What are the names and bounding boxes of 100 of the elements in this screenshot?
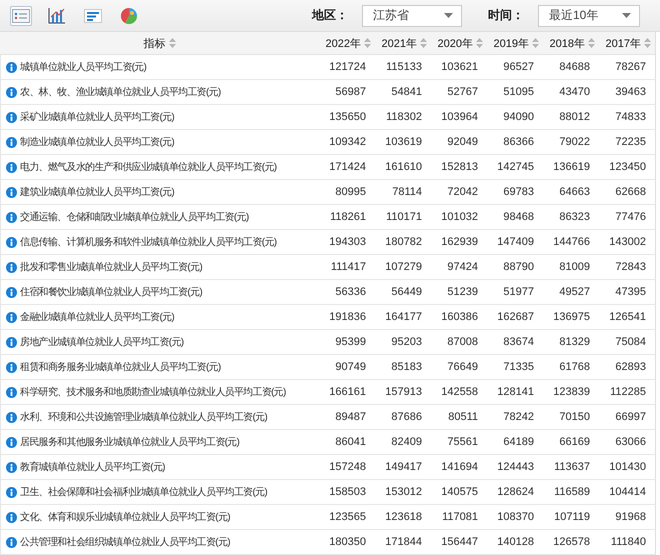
table-cell-text: 160386 — [440, 311, 479, 323]
caret-icon — [444, 13, 453, 18]
table-cell-text: 126578 — [552, 536, 591, 548]
table-cell-text: 85183 — [390, 361, 423, 373]
table-cell-text: 128141 — [496, 386, 535, 398]
info-icon[interactable] — [6, 212, 17, 222]
table-cell-text: 87008 — [446, 336, 479, 348]
table-cell-text: 49527 — [558, 286, 591, 298]
indicator-name: 居民服务和其他服务业城镇单位就业人员平均工资(元) — [20, 436, 240, 449]
info-icon[interactable] — [6, 486, 17, 498]
table-cell-text: 180350 — [328, 536, 367, 548]
table-cell-text: 95399 — [334, 336, 367, 348]
info-icon[interactable] — [6, 336, 17, 348]
table-cell-text: 63066 — [614, 436, 647, 448]
dropdown[interactable]: 最近10年 — [538, 4, 640, 26]
indicator-name: 制造业城镇单位就业人员平均工资(元) — [20, 136, 174, 149]
table-cell-text: 75084 — [614, 336, 647, 348]
table-cell-text: 56987 — [334, 86, 367, 98]
indicator-name: 科学研究、技术服务和地质勘查业城镇单位就业人员平均工资(元) — [20, 386, 286, 399]
table-cell-text: 43470 — [558, 86, 591, 98]
table-cell-text: 70150 — [558, 411, 591, 423]
info-icon[interactable] — [6, 236, 17, 248]
info-icon[interactable] — [6, 312, 17, 322]
table-cell-text: 123618 — [384, 511, 423, 523]
table-cell-text: 71335 — [502, 361, 535, 373]
bar-chart-icon — [48, 8, 66, 24]
table-cell-text: 117081 — [441, 511, 479, 523]
info-icon[interactable] — [6, 386, 17, 398]
table-cell-text: 107279 — [384, 261, 423, 273]
table-cell-text: 157248 — [328, 461, 367, 473]
table-cell-text: 118261 — [329, 211, 367, 223]
column-header[interactable]: 2022年 — [326, 36, 361, 50]
indicator-name: 文化、体育和娱乐业城镇单位就业人员平均工资(元) — [20, 510, 230, 524]
info-icon[interactable] — [6, 536, 17, 548]
table-cell-text: 136619 — [552, 161, 591, 173]
table-cell-text: 91968 — [614, 511, 647, 523]
table-cell-text: 98468 — [502, 211, 535, 223]
table-cell-text: 123450 — [608, 161, 647, 173]
table-cell-text: 116589 — [553, 486, 591, 498]
view-button[interactable] — [118, 6, 140, 26]
column-header[interactable]: 2019年 — [494, 36, 529, 50]
filter-label: 时间： — [488, 7, 524, 24]
table-cell-text: 52767 — [446, 86, 479, 98]
table-cell-text: 62893 — [614, 361, 647, 373]
indicator-name: 电力、燃气及水的生产和供应业城镇单位就业人员平均工资(元) — [20, 160, 276, 174]
table-cell-text: 162939 — [440, 236, 479, 248]
info-icon[interactable] — [6, 136, 17, 148]
table-cell-text: 61768 — [558, 361, 591, 373]
table-cell-text: 83674 — [502, 336, 535, 348]
indicator-name: 信息传输、计算机服务和软件业城镇单位就业人员平均工资(元) — [20, 236, 276, 249]
table-cell-text: 142745 — [496, 161, 535, 173]
info-icon[interactable] — [6, 162, 17, 172]
table-cell-text: 123565 — [328, 511, 367, 523]
info-icon[interactable] — [6, 436, 17, 448]
table-cell-text: 47395 — [614, 286, 647, 298]
table-cell-text: 54841 — [390, 86, 423, 98]
table-cell-text: 153012 — [384, 486, 423, 498]
table-cell-text: 82409 — [390, 436, 423, 448]
indicator-name: 水利、环境和公共设施管理业城镇单位就业人员平均工资(元) — [20, 410, 268, 424]
info-icon[interactable] — [6, 262, 17, 272]
info-icon[interactable] — [6, 462, 17, 472]
table-cell-text: 87686 — [390, 411, 423, 423]
info-icon[interactable] — [6, 512, 17, 522]
table-cell-text: 111417 — [330, 261, 367, 273]
info-icon[interactable] — [6, 86, 17, 98]
column-header[interactable]: 2018年 — [550, 36, 585, 50]
column-header[interactable]: 2020年 — [438, 36, 473, 50]
indicator-name: 房地产业城镇单位就业人员平均工资(元) — [20, 336, 184, 349]
table-cell-text: 101430 — [608, 461, 647, 473]
table-cell-text: 109342 — [328, 136, 367, 148]
table-cell-text: 162687 — [496, 311, 535, 323]
info-icon[interactable] — [6, 412, 17, 422]
indicator-name: 住宿和餐饮业城镇单位就业人员平均工资(元) — [20, 286, 202, 299]
column-header[interactable]: 指标 — [144, 36, 166, 50]
info-icon[interactable] — [6, 362, 17, 372]
info-icon[interactable] — [6, 112, 17, 122]
view-button[interactable] — [46, 6, 68, 26]
info-icon[interactable] — [6, 286, 17, 298]
caret-icon — [622, 13, 631, 18]
table-cell-text: 79022 — [558, 136, 591, 148]
indicator-name: 租赁和商务服务业城镇单位就业人员平均工资(元) — [20, 360, 221, 374]
table-cell-text: 51239 — [446, 286, 479, 298]
table-cell-text: 86366 — [502, 136, 535, 148]
indicator-name: 城镇单位就业人员平均工资(元) — [20, 60, 146, 74]
info-icon[interactable] — [6, 186, 17, 198]
table-cell-text: 104414 — [608, 486, 647, 498]
table-cell-text: 72235 — [614, 136, 647, 148]
table-cell-text: 80995 — [334, 186, 367, 198]
table-cell-text: 149417 — [384, 461, 423, 473]
table-cell-text: 142558 — [440, 386, 479, 398]
filter-label: 地区： — [312, 7, 348, 24]
table-cell-text: 88790 — [502, 261, 535, 273]
table-cell-text: 69783 — [502, 186, 535, 198]
column-header[interactable]: 2017年 — [606, 36, 641, 50]
info-icon[interactable] — [6, 62, 17, 72]
table-cell-text: 86323 — [558, 211, 591, 223]
indicator-name: 建筑业城镇单位就业人员平均工资(元) — [20, 186, 174, 199]
table-cell-text: 39463 — [614, 86, 647, 98]
column-header[interactable]: 2021年 — [382, 36, 417, 50]
dropdown[interactable]: 江苏省 — [362, 4, 462, 26]
